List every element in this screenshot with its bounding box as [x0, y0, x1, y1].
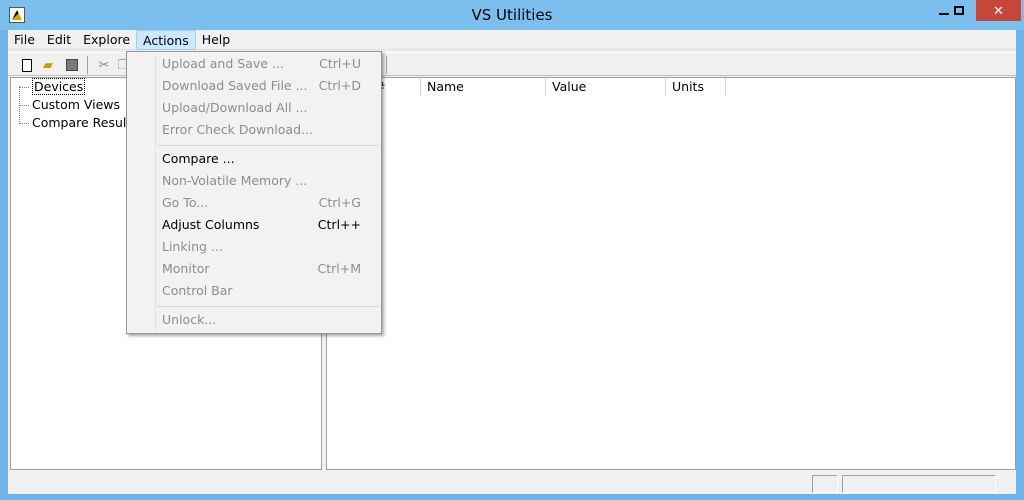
- cut-button[interactable]: ✂: [95, 56, 113, 74]
- menu-bar: File Edit Explore Actions Help: [8, 29, 1016, 50]
- menu-item-linking[interactable]: Linking ...: [129, 236, 379, 258]
- menu-item-label: Adjust Columns: [162, 217, 260, 232]
- menu-item-label: Go To...: [162, 195, 209, 210]
- menu-item-control-bar[interactable]: Control Bar: [129, 280, 379, 302]
- menu-item-shortcut: Ctrl+D: [318, 78, 361, 93]
- menu-separator: [157, 145, 379, 146]
- tree-item-label: Devices: [32, 78, 86, 95]
- tree-item-label: Custom Views: [32, 97, 121, 112]
- menu-item-label: Linking ...: [162, 239, 223, 254]
- menu-item-label: Control Bar: [162, 283, 233, 298]
- tree-item-compare-results[interactable]: Compare Results: [19, 115, 138, 131]
- status-bar: [8, 472, 1016, 494]
- save-icon: [66, 59, 78, 71]
- title-bar[interactable]: VS Utilities ✕: [0, 0, 1024, 30]
- menu-item-shortcut: Ctrl+U: [319, 56, 361, 71]
- column-header-units[interactable]: Units: [666, 78, 726, 96]
- menu-item-label: Error Check Download...: [162, 122, 313, 137]
- window-title: VS Utilities: [471, 6, 553, 24]
- actions-menu: Upload and Save ... Ctrl+U Download Saved…: [126, 51, 382, 334]
- menu-file[interactable]: File: [8, 30, 41, 50]
- toolbar-separator: [87, 56, 88, 74]
- menu-item-error-check-download[interactable]: Error Check Download...: [129, 119, 379, 141]
- menu-item-compare[interactable]: Compare ...: [129, 148, 379, 170]
- app-window: VS Utilities ✕ File Edit Explore Actions…: [0, 0, 1024, 500]
- tree-item-devices[interactable]: Devices: [19, 78, 86, 95]
- menu-help[interactable]: Help: [196, 30, 237, 50]
- menu-item-label: Upload and Save ...: [162, 56, 284, 71]
- menu-item-label: Upload/Download All ...: [162, 100, 308, 115]
- menu-item-label: Monitor: [162, 261, 210, 276]
- new-file-icon: [22, 58, 32, 72]
- menu-item-shortcut: Ctrl+G: [318, 195, 361, 210]
- menu-item-download-saved-file[interactable]: Download Saved File ... Ctrl+D: [129, 75, 379, 97]
- column-header-value[interactable]: Value: [546, 78, 666, 96]
- menu-item-label: Unlock...: [162, 312, 217, 327]
- status-pane: [812, 475, 838, 493]
- menu-separator: [157, 306, 379, 307]
- menu-item-upload-download-all[interactable]: Upload/Download All ...: [129, 97, 379, 119]
- close-icon: ✕: [993, 2, 1004, 18]
- close-button[interactable]: ✕: [976, 0, 1021, 21]
- menu-item-label: Non-Volatile Memory ...: [162, 173, 308, 188]
- tree-item-label: Compare Results: [32, 115, 138, 130]
- menu-actions[interactable]: Actions: [136, 29, 196, 50]
- menu-edit[interactable]: Edit: [41, 30, 77, 50]
- menu-item-label: Download Saved File ...: [162, 78, 308, 93]
- tree-item-custom-views[interactable]: Custom Views: [19, 97, 120, 113]
- menu-item-monitor[interactable]: Monitor Ctrl+M: [129, 258, 379, 280]
- cut-icon: ✂: [98, 57, 110, 72]
- menu-item-label: Compare ...: [162, 151, 235, 166]
- list-view[interactable]: # Name Value Units: [326, 77, 1016, 470]
- menu-item-shortcut: Ctrl+M: [317, 261, 362, 276]
- save-button[interactable]: [63, 56, 81, 74]
- open-folder-icon: ▰: [43, 57, 53, 72]
- open-button[interactable]: ▰: [39, 56, 57, 74]
- maximize-icon: [954, 6, 964, 15]
- toolbar-separator: [386, 56, 387, 74]
- menu-item-unlock[interactable]: Unlock...: [129, 309, 379, 331]
- menu-item-adjust-columns[interactable]: Adjust Columns Ctrl++: [129, 214, 379, 236]
- new-file-button[interactable]: [18, 56, 36, 74]
- menu-item-upload-and-save[interactable]: Upload and Save ... Ctrl+U: [129, 53, 379, 75]
- maximize-button[interactable]: [945, 0, 973, 21]
- menu-item-go-to[interactable]: Go To... Ctrl+G: [129, 192, 379, 214]
- menu-item-shortcut: Ctrl++: [317, 217, 361, 232]
- menu-item-non-volatile-memory[interactable]: Non-Volatile Memory ...: [129, 170, 379, 192]
- status-pane: [842, 475, 996, 493]
- menu-explore[interactable]: Explore: [77, 30, 136, 50]
- column-header-name[interactable]: Name: [421, 78, 546, 96]
- list-header: # Name Value Units: [327, 78, 726, 96]
